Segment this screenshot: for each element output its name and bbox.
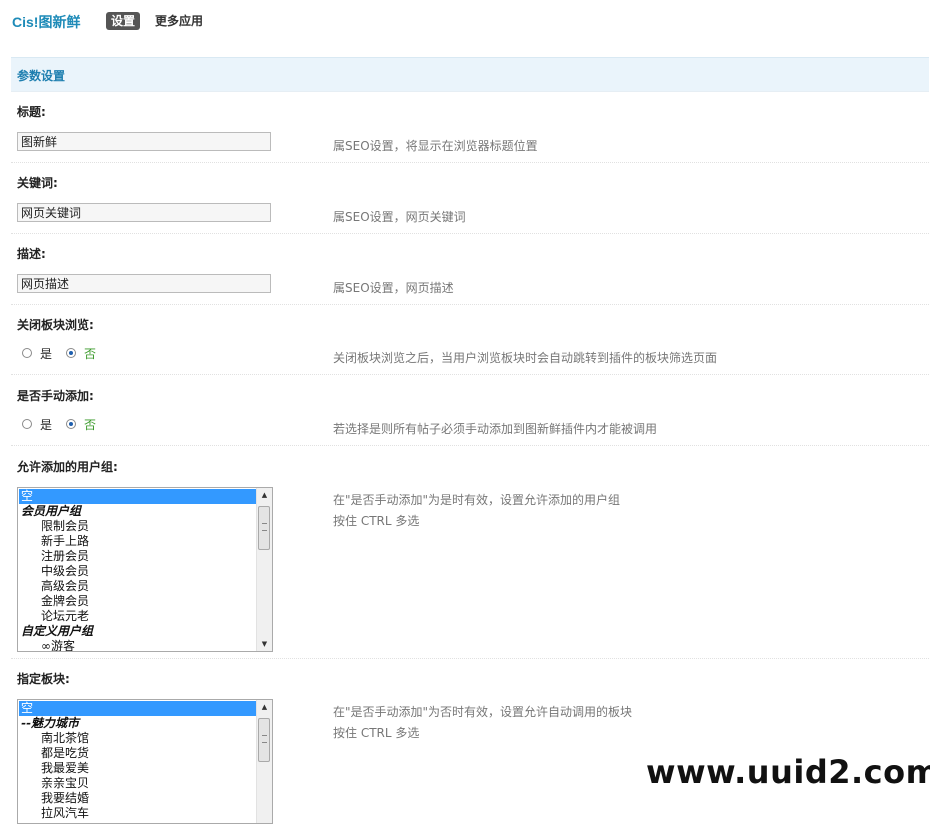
list-item[interactable]: 新手上路 bbox=[19, 534, 256, 549]
top-bar: Cis!图新鲜 设置 更多应用 bbox=[0, 0, 930, 44]
list-item[interactable]: 亲亲宝贝 bbox=[19, 776, 256, 791]
manual-add-no-radio[interactable] bbox=[66, 419, 77, 429]
scroll-up-icon[interactable]: ▲ bbox=[257, 700, 272, 714]
manual-add-label: 是否手动添加: bbox=[17, 389, 94, 403]
user-groups-hint: 在"是否手动添加"为是时有效，设置允许添加的用户组 bbox=[333, 493, 621, 507]
description-label: 描述: bbox=[17, 247, 46, 261]
manual-add-no-label[interactable]: 否 bbox=[84, 416, 96, 433]
divider bbox=[11, 658, 929, 659]
title-hint: 属SEO设置，将显示在浏览器标题位置 bbox=[333, 139, 538, 153]
list-item[interactable]: 论坛元老 bbox=[19, 609, 256, 624]
divider bbox=[11, 162, 929, 163]
close-browse-label: 关闭板块浏览: bbox=[17, 318, 94, 332]
close-browse-no-label[interactable]: 否 bbox=[84, 345, 96, 362]
description-hint: 属SEO设置，网页描述 bbox=[333, 281, 454, 295]
forums-hint-ctrl: 按住 CTRL 多选 bbox=[333, 726, 420, 740]
list-item[interactable]: 空 bbox=[19, 489, 256, 504]
scroll-thumb[interactable] bbox=[258, 506, 270, 550]
keywords-input[interactable] bbox=[17, 203, 271, 222]
close-browse-yes-radio[interactable] bbox=[22, 348, 32, 358]
scroll-up-icon[interactable]: ▲ bbox=[257, 488, 272, 502]
manual-add-yes-radio[interactable] bbox=[22, 419, 32, 429]
list-item[interactable]: 金牌会员 bbox=[19, 594, 256, 609]
title-label: 标题: bbox=[17, 105, 46, 119]
scrollbar[interactable]: ▲ bbox=[256, 700, 272, 823]
divider bbox=[11, 374, 929, 375]
title-input[interactable] bbox=[17, 132, 271, 151]
user-groups-hint-ctrl: 按住 CTRL 多选 bbox=[333, 514, 420, 528]
user-groups-label: 允许添加的用户组: bbox=[17, 460, 118, 474]
list-group: 自定义用户组 bbox=[21, 624, 94, 638]
close-browse-yes-label[interactable]: 是 bbox=[40, 345, 52, 362]
forums-label: 指定板块: bbox=[17, 672, 70, 686]
tab-settings[interactable]: 设置 bbox=[106, 12, 141, 30]
forums-listbox[interactable]: 空 --魅力城市 南北茶馆 都是吃货 我最爱美 亲亲宝贝 我要结婚 拉风汽车 ▲ bbox=[17, 699, 273, 824]
list-group[interactable]: --魅力城市 bbox=[19, 716, 256, 731]
scrollbar[interactable]: ▲ ▼ bbox=[256, 488, 272, 651]
list-item[interactable]: 我最爱美 bbox=[19, 761, 256, 776]
scroll-down-icon[interactable]: ▼ bbox=[257, 637, 272, 651]
keywords-hint: 属SEO设置，网页关键词 bbox=[333, 210, 466, 224]
description-input[interactable] bbox=[17, 274, 271, 293]
list-item[interactable]: 高级会员 bbox=[19, 579, 256, 594]
section-title: 参数设置 bbox=[17, 69, 66, 83]
list-group: 会员用户组 bbox=[21, 504, 82, 518]
close-browse-radio-group: 是 否 bbox=[22, 345, 110, 361]
manual-add-radio-group: 是 否 bbox=[22, 416, 110, 432]
app-brand[interactable]: Cis!图新鲜 bbox=[12, 12, 80, 32]
close-browse-hint: 关闭板块浏览之后，当用户浏览板块时会自动跳转到插件的板块筛选页面 bbox=[333, 351, 718, 365]
tab-more-apps[interactable]: 更多应用 bbox=[155, 12, 203, 30]
manual-add-yes-label[interactable]: 是 bbox=[40, 416, 52, 433]
list-item[interactable]: 限制会员 bbox=[19, 519, 256, 534]
list-item[interactable]: 我要结婚 bbox=[19, 791, 256, 806]
list-item[interactable]: 南北茶馆 bbox=[19, 731, 256, 746]
divider bbox=[11, 445, 929, 446]
keywords-label: 关键词: bbox=[17, 176, 58, 190]
list-item[interactable]: 都是吃货 bbox=[19, 746, 256, 761]
watermark: www.uuid2.com bbox=[646, 753, 930, 791]
user-groups-items: 空 会员用户组 限制会员 新手上路 注册会员 中级会员 高级会员 金牌会员 论坛… bbox=[19, 489, 256, 651]
list-item[interactable]: 空 bbox=[19, 701, 256, 716]
user-groups-listbox[interactable]: 空 会员用户组 限制会员 新手上路 注册会员 中级会员 高级会员 金牌会员 论坛… bbox=[17, 487, 273, 652]
scroll-thumb[interactable] bbox=[258, 718, 270, 762]
list-item[interactable]: ∞游客 bbox=[19, 639, 256, 651]
close-browse-no-radio[interactable] bbox=[66, 348, 77, 358]
divider bbox=[11, 233, 929, 234]
manual-add-hint: 若选择是则所有帖子必须手动添加到图新鲜插件内才能被调用 bbox=[333, 422, 658, 436]
list-item[interactable]: 注册会员 bbox=[19, 549, 256, 564]
forums-items: 空 --魅力城市 南北茶馆 都是吃货 我最爱美 亲亲宝贝 我要结婚 拉风汽车 bbox=[19, 701, 256, 821]
divider bbox=[11, 304, 929, 305]
section-header: 参数设置 bbox=[11, 57, 929, 92]
list-item[interactable]: 中级会员 bbox=[19, 564, 256, 579]
forums-hint: 在"是否手动添加"为否时有效，设置允许自动调用的板块 bbox=[333, 705, 633, 719]
